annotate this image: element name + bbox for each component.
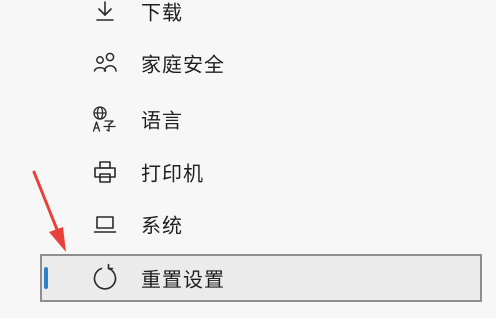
sidebar-item-label: 重置设置 xyxy=(141,267,225,292)
sidebar-item-language[interactable]: 语言 xyxy=(40,97,482,141)
sidebar-item-printers[interactable]: 打印机 xyxy=(40,150,482,194)
sidebar-item-label: 下载 xyxy=(141,0,183,25)
settings-sidebar: 下载 家庭安全 语言 打印机 系统 重置设置 xyxy=(0,0,496,318)
reset-icon xyxy=(90,263,120,293)
printer-icon xyxy=(90,157,120,187)
download-icon xyxy=(90,0,120,26)
sidebar-item-label: 打印机 xyxy=(141,161,204,186)
sidebar-item-downloads[interactable]: 下载 xyxy=(40,0,482,33)
language-icon xyxy=(90,104,120,134)
system-icon xyxy=(90,209,120,239)
sidebar-item-label: 系统 xyxy=(141,213,183,238)
sidebar-item-family-safety[interactable]: 家庭安全 xyxy=(40,41,482,85)
sidebar-item-reset-settings[interactable]: 重置设置 xyxy=(40,254,482,302)
sidebar-item-label: 语言 xyxy=(141,108,183,133)
sidebar-item-label: 家庭安全 xyxy=(141,52,225,77)
selected-indicator xyxy=(44,267,48,289)
family-safety-icon xyxy=(90,48,120,78)
sidebar-item-system[interactable]: 系统 xyxy=(40,202,482,246)
